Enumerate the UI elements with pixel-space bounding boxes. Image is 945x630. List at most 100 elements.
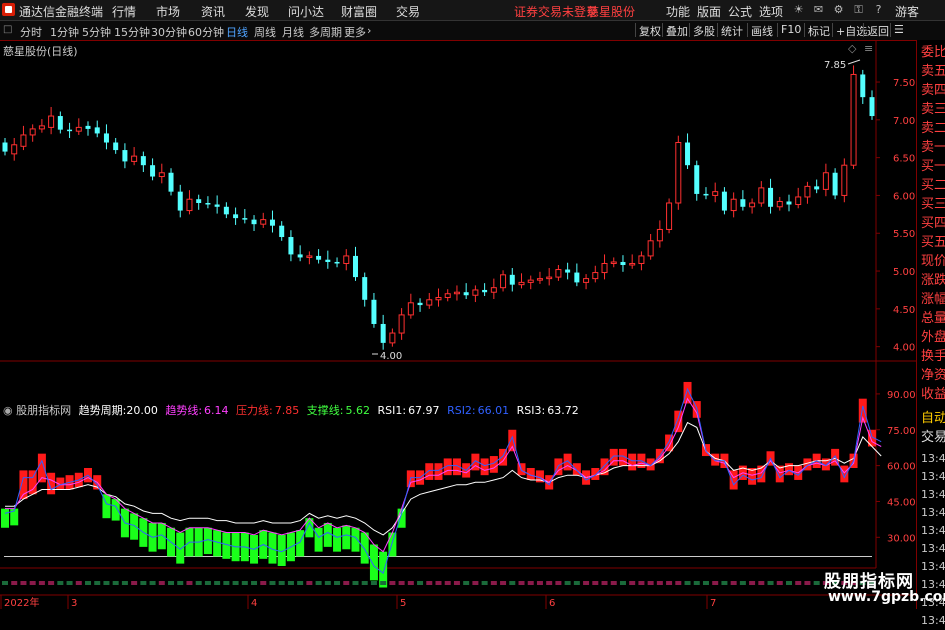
ind-tick-label: 60.00: [887, 462, 916, 473]
candle-body: [362, 277, 368, 300]
menu-shichang[interactable]: 市场: [156, 3, 180, 20]
indicator-settings-icon[interactable]: ◉: [3, 404, 13, 417]
period-60min[interactable]: 60分钟: [188, 24, 224, 40]
menu-wenxiaoda[interactable]: 问小达: [288, 3, 324, 20]
menu-xuanxiang[interactable]: 选项: [759, 3, 783, 20]
period-30min[interactable]: 30分钟: [151, 24, 187, 40]
period-multi[interactable]: 多周期: [309, 24, 342, 40]
period-monthly[interactable]: 月线: [282, 24, 304, 40]
quote-field-15: 外盘: [921, 330, 945, 345]
vol-bar: [638, 581, 645, 585]
candle-body: [703, 193, 709, 196]
vol-bar: [767, 581, 774, 585]
candle-body: [601, 262, 608, 274]
chart-area[interactable]: 7.50 7.00 6.50 6.00 5.50 5.00 4.50 4.00 7.85 4.…: [0, 40, 916, 609]
vol-bar: [223, 581, 230, 585]
candle-body: [804, 185, 811, 198]
quote-field-4: 卖二: [921, 121, 945, 136]
candle-body: [610, 261, 617, 264]
lock-icon[interactable]: ⚿: [852, 3, 865, 16]
quote-field-8: 买三: [921, 197, 945, 212]
help-icon[interactable]: ?: [872, 3, 885, 16]
pressure-label: 压力线:: [236, 404, 273, 417]
quote-field-1: 卖五: [921, 64, 945, 79]
menu-gongneng[interactable]: 功能: [666, 3, 690, 20]
vol-bar: [158, 581, 165, 585]
chart-collapse-icon[interactable]: ≡: [864, 42, 873, 55]
candle-body: [398, 314, 405, 334]
ind-bar: [369, 544, 378, 581]
vol-bar: [693, 581, 700, 585]
date-axis: 2022年 3 4 5 6 7: [0, 595, 716, 609]
price-tick-label: 7.50: [893, 78, 915, 89]
btn-diejia[interactable]: 叠加: [662, 23, 688, 38]
ind-bar: [840, 465, 849, 483]
menu-caifuquan[interactable]: 财富圈: [341, 3, 377, 20]
menu-gongshi[interactable]: 公式: [728, 3, 752, 20]
btn-fuquan[interactable]: 复权: [635, 23, 661, 38]
login-notice[interactable]: 证券交易未登录: [514, 3, 598, 20]
ind-tick-label: 45.00: [887, 497, 916, 508]
period-weekly[interactable]: 周线: [254, 24, 276, 40]
period-15min[interactable]: 15分钟: [114, 24, 150, 40]
toolbar-toggle-icon[interactable]: □: [3, 24, 12, 35]
candle-body: [297, 254, 303, 258]
period-fenshi[interactable]: 分时: [20, 24, 42, 40]
menu-jiaoyi[interactable]: 交易: [396, 3, 420, 20]
candle-body: [592, 272, 599, 280]
menu-zixun[interactable]: 资讯: [201, 3, 225, 20]
vol-bar: [417, 581, 424, 585]
period-more[interactable]: 更多: [344, 24, 366, 40]
more-chevron-icon[interactable]: ›: [367, 24, 371, 37]
ind-bar: [130, 513, 139, 540]
settings-icon[interactable]: ⚙: [832, 3, 845, 16]
btn-huaxian[interactable]: 画线: [747, 23, 773, 38]
tick-time-1: 13:41: [921, 470, 945, 483]
ind-tick-label: 75.00: [887, 426, 916, 437]
ind-bar: [665, 434, 674, 452]
vol-bar: [712, 581, 719, 585]
trade-tab[interactable]: 交易: [921, 428, 945, 447]
candle-body: [749, 202, 756, 208]
menu-banmian[interactable]: 版面: [697, 3, 721, 20]
candle-body: [389, 332, 396, 344]
skin-icon[interactable]: ☀: [792, 3, 805, 16]
quote-field-0: 委比: [921, 45, 945, 60]
btn-f10[interactable]: F10: [777, 23, 801, 37]
menu-hangqing[interactable]: 行情: [112, 3, 136, 20]
candle-body: [620, 261, 626, 265]
indicator-name[interactable]: 股朋指标网: [16, 404, 71, 417]
quote-field-6: 买一: [921, 159, 945, 174]
vol-bar: [214, 581, 221, 585]
ind-bar: [628, 453, 637, 471]
guest-label[interactable]: 游客: [895, 3, 919, 20]
toolbar-extra-icon[interactable]: ☰: [890, 23, 904, 37]
candle-body: [768, 187, 774, 207]
message-icon[interactable]: ✉: [812, 3, 825, 16]
btn-fanhui[interactable]: 返回: [863, 23, 889, 38]
chart-diamond-icon[interactable]: ◇: [848, 42, 856, 55]
quote-field-10: 买五: [921, 235, 945, 250]
vol-bar: [546, 581, 553, 585]
candlestick-series: [2, 65, 875, 350]
btn-tongji[interactable]: 统计: [717, 23, 743, 38]
auto-tab[interactable]: 自动: [921, 409, 945, 428]
candle-body: [527, 279, 534, 283]
candle-body: [214, 204, 220, 207]
candle-body: [786, 201, 792, 205]
btn-zixuan[interactable]: +自选: [832, 23, 867, 38]
btn-biaoji[interactable]: 标记: [804, 23, 830, 38]
period-daily[interactable]: 日线: [226, 24, 248, 40]
period-1min[interactable]: 1分钟: [50, 24, 79, 40]
ind-tick-label: 90.00: [887, 390, 916, 401]
vol-bar: [278, 581, 285, 585]
candle-body: [29, 128, 36, 136]
tick-time-5: 13:41: [921, 542, 945, 555]
candle-body: [417, 302, 423, 306]
price-axis: 7.50 7.00 6.50 6.00 5.50 5.00 4.50 4.00: [876, 78, 915, 354]
btn-duogu[interactable]: 多股: [689, 23, 715, 38]
period-5min[interactable]: 5分钟: [82, 24, 111, 40]
menu-faxian[interactable]: 发现: [245, 3, 269, 20]
candle-body: [647, 240, 654, 257]
vol-bar: [306, 581, 313, 585]
